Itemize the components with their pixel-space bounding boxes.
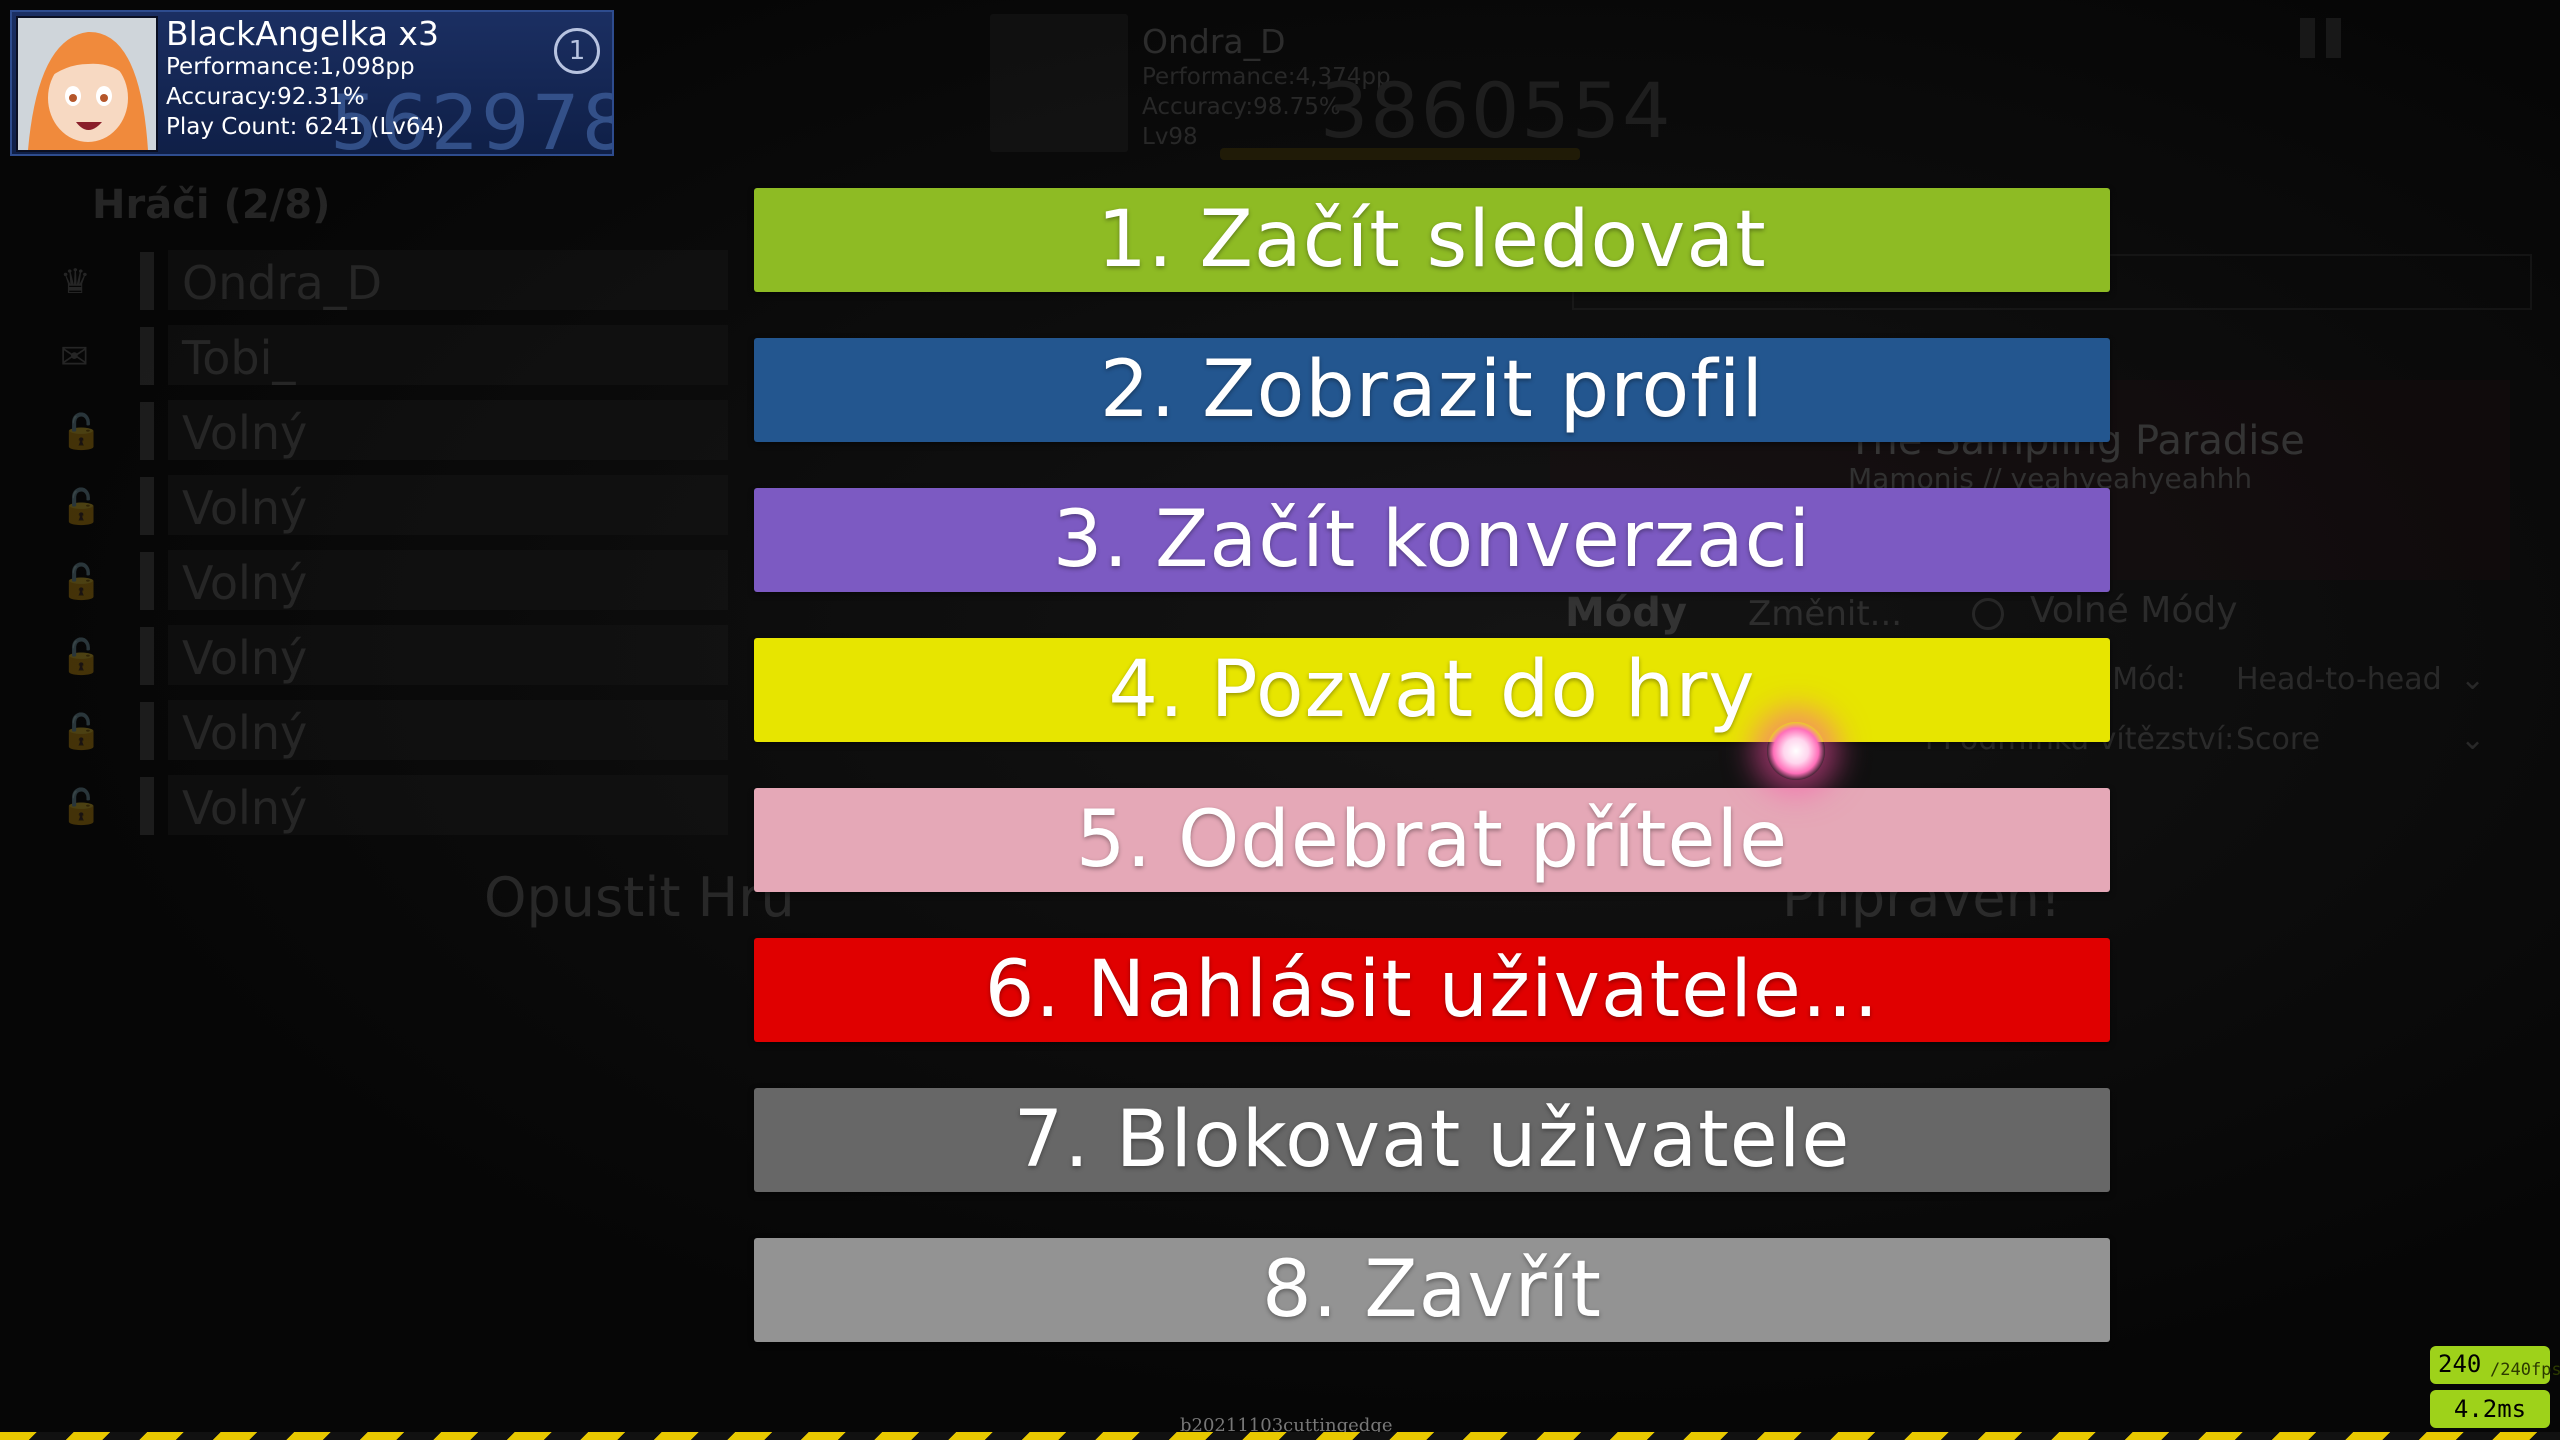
slot-label: Volný [182, 556, 308, 610]
user-avatar [16, 16, 158, 152]
unlock-icon: 🔓 [60, 487, 103, 527]
menu-item-4[interactable]: 4. Pozvat do hry [754, 638, 2110, 742]
menu-item-6[interactable]: 6. Nahlásit uživatele... [754, 938, 2110, 1042]
slot-label: Volný [182, 706, 308, 760]
host-accuracy: Accuracy:98.75% [1142, 94, 1341, 120]
host-card: Ondra_D Performance:4,374pp Accuracy:98.… [990, 14, 1670, 160]
menu-item-2[interactable]: 2. Zobrazit profil [754, 338, 2110, 442]
menu-item-8[interactable]: 8. Zavřít [754, 1238, 2110, 1342]
cursor-icon [1767, 722, 1825, 780]
menu-item-label: 8. Zavřít [1262, 1245, 1602, 1335]
slot-strip [140, 327, 154, 385]
host-level-bar [1220, 148, 1580, 160]
player-slot[interactable]: ♛ Ondra_D [60, 250, 728, 310]
slot-label: Volný [182, 406, 308, 460]
user-card[interactable]: 562978 BlackAngelka x3 Performance:1,098… [10, 10, 614, 156]
menu-item-label: 2. Zobrazit profil [1099, 345, 1765, 435]
slot-label: Volný [182, 781, 308, 835]
unlock-icon: 🔓 [60, 562, 103, 602]
rank-badge: 1 [554, 28, 600, 74]
players-title: Hráči (2/8) [92, 182, 331, 228]
leave-game-button[interactable]: Opustit Hru [484, 866, 795, 929]
host-name: Ondra_D [1142, 22, 1286, 61]
chevron-down-icon[interactable]: ⌄ [2460, 662, 2485, 697]
frame-time: 4.2ms [2430, 1390, 2550, 1428]
menu-item-label: 4. Pozvat do hry [1108, 645, 1756, 735]
pause-icon[interactable] [2300, 18, 2344, 58]
chevron-down-icon[interactable]: ⌄ [2460, 722, 2485, 757]
host-level: Lv98 [1142, 124, 1198, 150]
mods-label: Módy [1565, 590, 1687, 636]
slot-label: Volný [182, 631, 308, 685]
menu-item-label: 7. Blokovat uživatele [1013, 1095, 1851, 1185]
host-icon: ✉ [60, 337, 89, 377]
player-slot[interactable]: 🔓 Volný [60, 625, 728, 685]
menu-item-label: 6. Nahlásit uživatele... [984, 945, 1880, 1035]
slot-label: Volný [182, 481, 308, 535]
player-slot[interactable]: 🔓 Volný [60, 400, 728, 460]
menu-item-label: 3. Začít konverzaci [1052, 495, 1812, 585]
free-mods-label: Volné Módy [2030, 590, 2238, 631]
menu-item-label: 1. Začít sledovat [1097, 195, 1767, 285]
user-performance: Performance:1,098pp [166, 54, 415, 80]
menu-item-7[interactable]: 7. Blokovat uživatele [754, 1088, 2110, 1192]
menu-item-5[interactable]: 5. Odebrat přítele [754, 788, 2110, 892]
player-slot[interactable]: ✉ Tobi_ [60, 325, 728, 385]
slot-strip [140, 552, 154, 610]
host-score: 3860554 [1320, 66, 1673, 155]
hazard-stripe [0, 1432, 2560, 1440]
fps-counter: 240 /240fps [2430, 1346, 2560, 1384]
fps-max: /240fps [2490, 1360, 2560, 1380]
menu-item-label: 5. Odebrat přítele [1075, 795, 1789, 885]
player-slot[interactable]: 🔓 Volný [60, 700, 728, 760]
user-accuracy: Accuracy:92.31% [166, 84, 365, 110]
player-slot[interactable]: 🔓 Volný [60, 775, 728, 835]
slot-strip [140, 402, 154, 460]
crown-icon: ♛ [60, 262, 91, 302]
player-slot[interactable]: 🔓 Volný [60, 475, 728, 535]
slot-strip [140, 702, 154, 760]
player-slot[interactable]: 🔓 Volný [60, 550, 728, 610]
slot-label: Tobi_ [182, 331, 296, 385]
user-play-count: Play Count: 6241 (Lv64) [166, 114, 445, 140]
slot-strip [140, 627, 154, 685]
unlock-icon: 🔓 [60, 712, 103, 752]
fps-value: 240 [2438, 1350, 2482, 1378]
unlock-icon: 🔓 [60, 412, 103, 452]
slot-strip [140, 252, 154, 310]
change-mods-button[interactable]: Změnit... [1748, 594, 1902, 634]
slot-strip [140, 477, 154, 535]
slot-strip [140, 777, 154, 835]
unlock-icon: 🔓 [60, 787, 103, 827]
slot-label: Ondra_D [182, 256, 383, 310]
game-mode-select[interactable]: Head-to-head [2236, 662, 2442, 697]
menu-item-3[interactable]: 3. Začít konverzaci [754, 488, 2110, 592]
free-mods-radio[interactable] [1972, 598, 2004, 630]
menu-item-1[interactable]: 1. Začít sledovat [754, 188, 2110, 292]
host-avatar [990, 14, 1128, 152]
user-name: BlackAngelka x3 [166, 14, 439, 53]
unlock-icon: 🔓 [60, 637, 103, 677]
win-condition-select[interactable]: Score [2236, 722, 2320, 757]
